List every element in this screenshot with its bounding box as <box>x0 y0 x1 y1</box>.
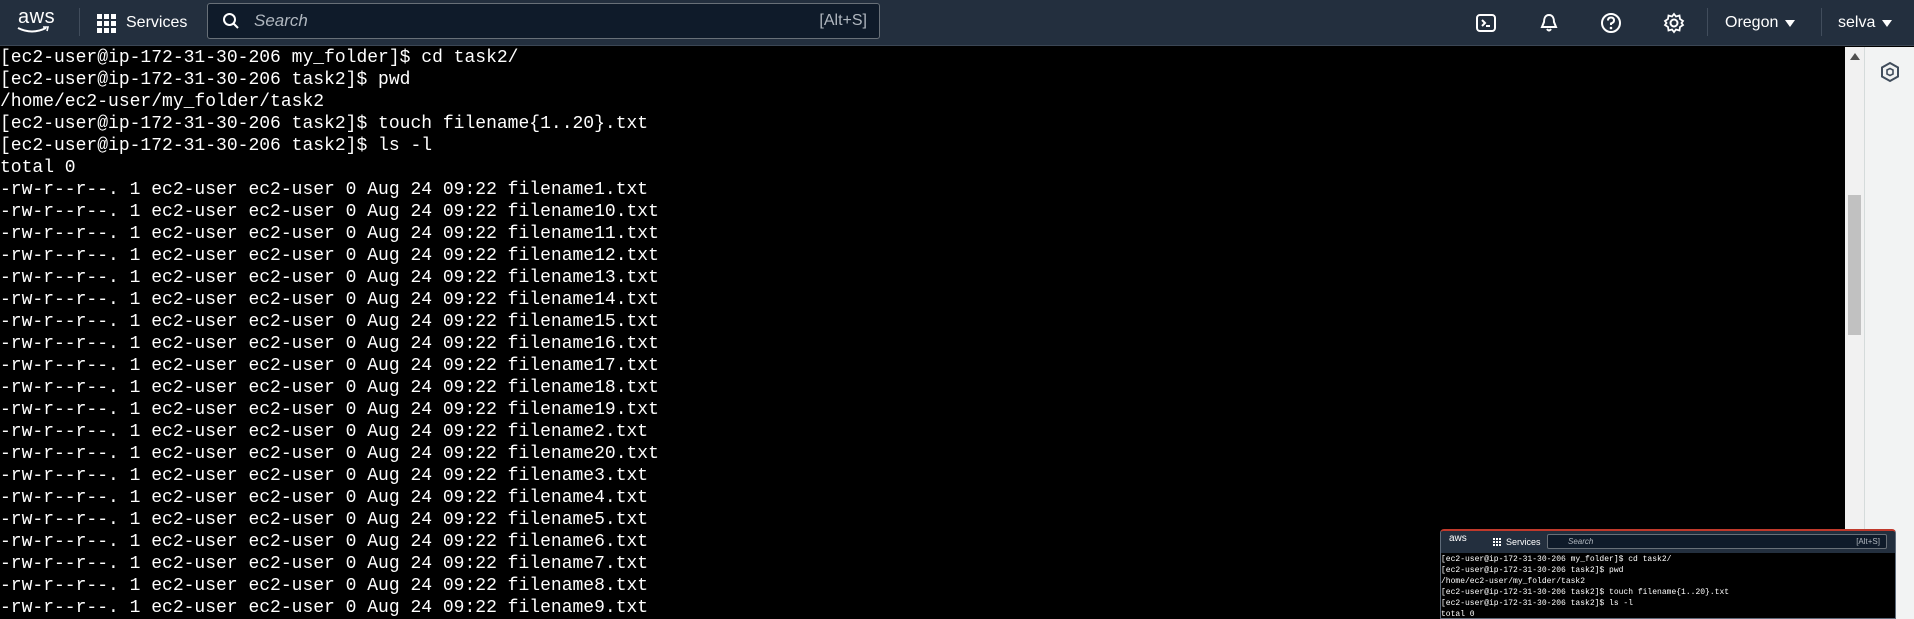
terminal-line: -rw-r--r--. 1 ec2-user ec2-user 0 Aug 24… <box>0 202 659 222</box>
cloudshell-icon <box>1476 14 1496 32</box>
thumbnail-aws-logo: aws <box>1449 533 1467 544</box>
thumbnail-search-placeholder: Search <box>1568 537 1594 546</box>
terminal-line: [ec2-user@ip-172-31-30-206 task2]$ pwd <box>0 70 411 90</box>
settings-gear-icon <box>1663 12 1685 34</box>
nav-divider <box>1707 8 1708 36</box>
thumbnail-grid-icon <box>1493 538 1501 546</box>
nav-divider <box>79 8 80 36</box>
terminal-line: -rw-r--r--. 1 ec2-user ec2-user 0 Aug 24… <box>0 268 659 288</box>
terminal-line: -rw-r--r--. 1 ec2-user ec2-user 0 Aug 24… <box>0 290 659 310</box>
chevron-down-icon <box>1785 19 1796 27</box>
thumbnail-nav-bar: aws Services Search [Alt+S] <box>1441 531 1895 553</box>
aws-logo[interactable]: aws <box>16 6 58 38</box>
thumbnail-terminal-line: [ec2-user@ip-172-31-30-206 task2]$ pwd <box>1441 566 1624 575</box>
services-label: Services <box>126 14 188 31</box>
terminal-line: -rw-r--r--. 1 ec2-user ec2-user 0 Aug 24… <box>0 510 649 530</box>
terminal-line: total 0 <box>0 158 76 178</box>
terminal-line: -rw-r--r--. 1 ec2-user ec2-user 0 Aug 24… <box>0 422 649 442</box>
scrollbar-thumb[interactable] <box>1848 195 1861 335</box>
help-button[interactable] <box>1598 10 1624 36</box>
thumbnail-terminal-line: [ec2-user@ip-172-31-30-206 my_folder]$ c… <box>1441 555 1672 564</box>
terminal-line: -rw-r--r--. 1 ec2-user ec2-user 0 Aug 24… <box>0 334 659 354</box>
thumbnail-terminal: [ec2-user@ip-172-31-30-206 my_folder]$ c… <box>1441 554 1730 619</box>
terminal-line: -rw-r--r--. 1 ec2-user ec2-user 0 Aug 24… <box>0 246 659 266</box>
top-navigation-bar: aws Services [Alt+S] <box>0 0 1914 46</box>
cloudshell-button[interactable] <box>1473 10 1499 36</box>
terminal-line: -rw-r--r--. 1 ec2-user ec2-user 0 Aug 24… <box>0 224 659 244</box>
search-input[interactable] <box>240 10 820 32</box>
thumbnail-services: Services <box>1493 531 1541 553</box>
thumbnail-terminal-line: [ec2-user@ip-172-31-30-206 task2]$ ls -l <box>1441 599 1634 608</box>
terminal-line: -rw-r--r--. 1 ec2-user ec2-user 0 Aug 24… <box>0 180 649 200</box>
terminal-line: [ec2-user@ip-172-31-30-206 task2]$ ls -l <box>0 136 433 156</box>
search-shortcut-hint: [Alt+S] <box>819 12 867 29</box>
thumbnail-terminal-line: total 0 <box>1441 610 1475 619</box>
thumbnail-search-shortcut: [Alt+S] <box>1856 537 1880 546</box>
terminal-line: [ec2-user@ip-172-31-30-206 my_folder]$ c… <box>0 48 519 68</box>
terminal-line: -rw-r--r--. 1 ec2-user ec2-user 0 Aug 24… <box>0 312 659 332</box>
terminal-line: -rw-r--r--. 1 ec2-user ec2-user 0 Aug 24… <box>0 466 649 486</box>
scroll-up-arrow-icon[interactable] <box>1850 53 1860 60</box>
region-selector[interactable]: Oregon <box>1725 0 1796 46</box>
search-bar[interactable]: [Alt+S] <box>207 3 880 39</box>
terminal-line: -rw-r--r--. 1 ec2-user ec2-user 0 Aug 24… <box>0 488 649 508</box>
terminal-line: -rw-r--r--. 1 ec2-user ec2-user 0 Aug 24… <box>0 400 659 420</box>
chevron-down-icon <box>1882 19 1893 27</box>
thumbnail-search-bar: Search [Alt+S] <box>1547 534 1887 549</box>
thumbnail-terminal-line: /home/ec2-user/my_folder/task2 <box>1441 577 1586 586</box>
terminal-line: -rw-r--r--. 1 ec2-user ec2-user 0 Aug 24… <box>0 444 659 464</box>
account-menu[interactable]: selva <box>1838 0 1893 46</box>
search-icon <box>223 13 239 29</box>
terminal-line: -rw-r--r--. 1 ec2-user ec2-user 0 Aug 24… <box>0 356 659 376</box>
window-thumbnail-preview[interactable]: aws Services Search [Alt+S] [ec2-user@ip… <box>1440 529 1896 619</box>
panel-hexagon-icon[interactable] <box>1879 61 1901 83</box>
services-menu-button[interactable]: Services <box>97 0 187 46</box>
thumbnail-services-label: Services <box>1506 537 1541 547</box>
settings-button[interactable] <box>1661 10 1687 36</box>
terminal-line: -rw-r--r--. 1 ec2-user ec2-user 0 Aug 24… <box>0 378 659 398</box>
user-label: selva <box>1838 14 1876 31</box>
services-grid-icon <box>97 13 116 33</box>
help-icon <box>1601 13 1621 33</box>
nav-divider <box>1821 8 1822 36</box>
terminal-line: [ec2-user@ip-172-31-30-206 task2]$ touch… <box>0 114 649 134</box>
notifications-button[interactable] <box>1536 10 1562 36</box>
terminal-line: /home/ec2-user/my_folder/task2 <box>0 92 325 112</box>
notifications-bell-icon <box>1540 13 1558 32</box>
aws-smile-icon <box>17 26 50 33</box>
region-label: Oregon <box>1725 14 1779 31</box>
thumbnail-terminal-line: [ec2-user@ip-172-31-30-206 task2]$ touch… <box>1441 588 1730 597</box>
